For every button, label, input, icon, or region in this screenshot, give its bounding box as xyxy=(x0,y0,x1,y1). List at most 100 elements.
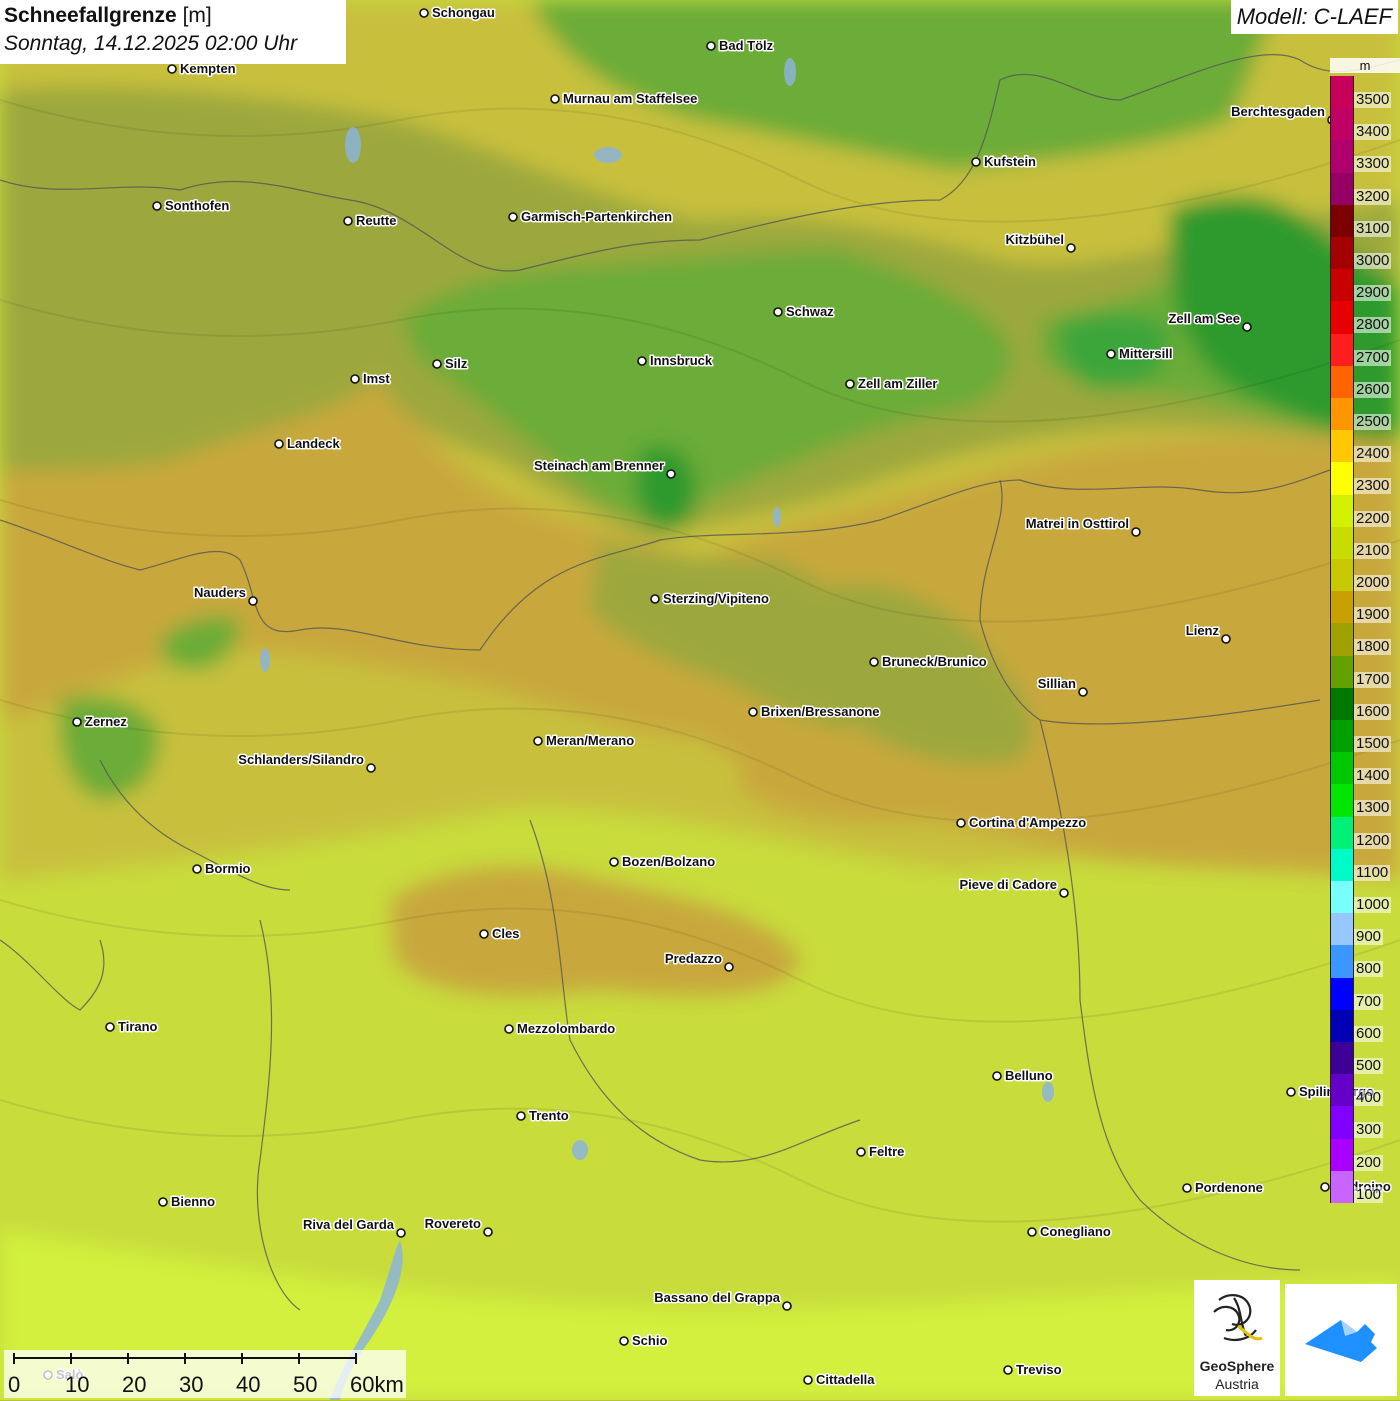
city-marker: Cortina d'Ampezzo xyxy=(956,814,1088,832)
legend-swatch xyxy=(1330,816,1354,850)
legend-label: 3000 xyxy=(1354,252,1392,269)
city-label: Bienno xyxy=(171,1194,215,1209)
city-dot-icon xyxy=(803,1375,813,1385)
city-marker: Mittersill xyxy=(1106,345,1174,363)
legend-label: 700 xyxy=(1354,992,1384,1010)
city-marker: Zell am See xyxy=(1167,310,1252,332)
city-label: Riva del Garda xyxy=(303,1217,395,1232)
city-marker: Mezzolombardo xyxy=(504,1020,617,1038)
city-dot-icon xyxy=(167,64,177,74)
city-marker: Sillian xyxy=(1036,675,1088,697)
city-marker: Feltre xyxy=(856,1143,906,1161)
city-label: Nauders xyxy=(194,585,246,600)
city-dot-icon xyxy=(350,374,360,384)
legend-label: 2500 xyxy=(1354,413,1392,430)
legend-label: 800 xyxy=(1354,960,1384,978)
legend-label: 3100 xyxy=(1354,219,1392,237)
city-dot-icon xyxy=(158,1197,168,1207)
city-marker: Cittadella xyxy=(803,1371,877,1389)
legend-label: 600 xyxy=(1354,1024,1384,1042)
legend-swatch xyxy=(1330,559,1354,592)
geosphere-emblem-icon xyxy=(1213,1294,1263,1341)
legend-swatch xyxy=(1330,720,1354,753)
city-marker: Zernez xyxy=(72,713,129,731)
city-marker: Bassano del Grappa xyxy=(653,1289,792,1311)
city-marker: Meran/Merano xyxy=(533,732,636,750)
legend-swatch xyxy=(1330,108,1354,141)
city-label: Sterzing/Vipiteno xyxy=(663,591,769,606)
city-dot-icon xyxy=(971,157,981,167)
city-dot-icon xyxy=(748,707,758,717)
legend-label: 3300 xyxy=(1354,155,1392,173)
city-label: Feltre xyxy=(869,1144,904,1159)
legend-swatch xyxy=(1330,945,1354,979)
city-dot-icon xyxy=(516,1111,526,1121)
legend-label: 1400 xyxy=(1354,767,1392,785)
city-label: Steinach am Brenner xyxy=(534,458,664,473)
city-marker: Schongau xyxy=(419,4,496,22)
legend-label: 3400 xyxy=(1354,123,1392,141)
legend-swatch xyxy=(1330,1170,1354,1204)
city-marker: Matrei in Osttirol xyxy=(1024,515,1141,537)
city-dot-icon xyxy=(619,1336,629,1346)
city-marker: Pieve di Cadore xyxy=(958,876,1069,898)
city-label: Bormio xyxy=(205,861,251,876)
map-unit: [m] xyxy=(182,4,212,27)
city-dot-icon xyxy=(419,8,429,18)
city-label: Schwaz xyxy=(786,304,834,319)
city-label: Pieve di Cadore xyxy=(959,877,1057,892)
city-label: Garmisch-Partenkirchen xyxy=(521,209,672,224)
city-dot-icon xyxy=(1003,1365,1013,1375)
city-label: Cittadella xyxy=(816,1372,875,1387)
city-label: Bad Tölz xyxy=(719,38,774,53)
city-label: Kitzbühel xyxy=(1006,232,1065,247)
legend-swatch xyxy=(1330,494,1354,528)
city-dot-icon xyxy=(724,962,734,972)
city-dot-icon xyxy=(508,212,518,222)
city-dot-icon xyxy=(856,1147,866,1157)
city-marker: Trento xyxy=(516,1107,570,1125)
legend-swatch xyxy=(1330,687,1354,721)
city-marker: Bad Tölz xyxy=(706,37,775,55)
city-dot-icon xyxy=(152,201,162,211)
city-label: Predazzo xyxy=(665,951,722,966)
city-label: Schio xyxy=(632,1333,667,1348)
city-label: Murnau am Staffelsee xyxy=(563,91,697,106)
city-dot-icon xyxy=(343,216,353,226)
legend-swatch xyxy=(1330,752,1354,785)
legend-swatch xyxy=(1330,76,1354,109)
scale-tick-label: 20 xyxy=(122,1372,147,1397)
legend-swatch xyxy=(1330,237,1354,270)
city-dot-icon xyxy=(1221,634,1231,644)
city-marker: Innsbruck xyxy=(637,352,714,370)
legend-label: 1000 xyxy=(1354,896,1392,913)
city-label: Reutte xyxy=(356,213,396,228)
legend-label: 100 xyxy=(1354,1185,1384,1203)
city-marker: Sonthofen xyxy=(152,197,231,215)
scale-tick-label: 0 xyxy=(8,1372,21,1397)
city-label: Sonthofen xyxy=(165,198,229,213)
legend-swatch xyxy=(1330,172,1354,206)
city-dot-icon xyxy=(479,929,489,939)
city-marker: Berchtesgaden xyxy=(1230,103,1337,125)
city-dot-icon xyxy=(248,596,258,606)
legend-label: 2300 xyxy=(1354,477,1392,495)
city-marker: Zell am Ziller xyxy=(845,375,939,393)
city-dot-icon xyxy=(1106,349,1116,359)
legend-label: 2000 xyxy=(1354,574,1392,591)
city-label: Mittersill xyxy=(1119,346,1172,361)
map-title: Schneefallgrenze xyxy=(4,4,177,27)
city-marker: Imst xyxy=(350,370,392,388)
geosphere-name: GeoSphere xyxy=(1199,1358,1275,1374)
city-label: Meran/Merano xyxy=(546,733,634,748)
legend-label: 2200 xyxy=(1354,509,1392,527)
city-label: Zell am Ziller xyxy=(858,376,937,391)
city-dot-icon xyxy=(637,356,647,366)
city-dot-icon xyxy=(845,379,855,389)
legend-swatch xyxy=(1330,784,1354,818)
city-marker: Kitzbühel xyxy=(1004,231,1076,253)
city-label: Landeck xyxy=(287,436,341,451)
city-marker: Belluno xyxy=(992,1067,1054,1085)
legend-label: 1500 xyxy=(1354,735,1392,752)
city-marker: Nauders xyxy=(192,584,258,606)
